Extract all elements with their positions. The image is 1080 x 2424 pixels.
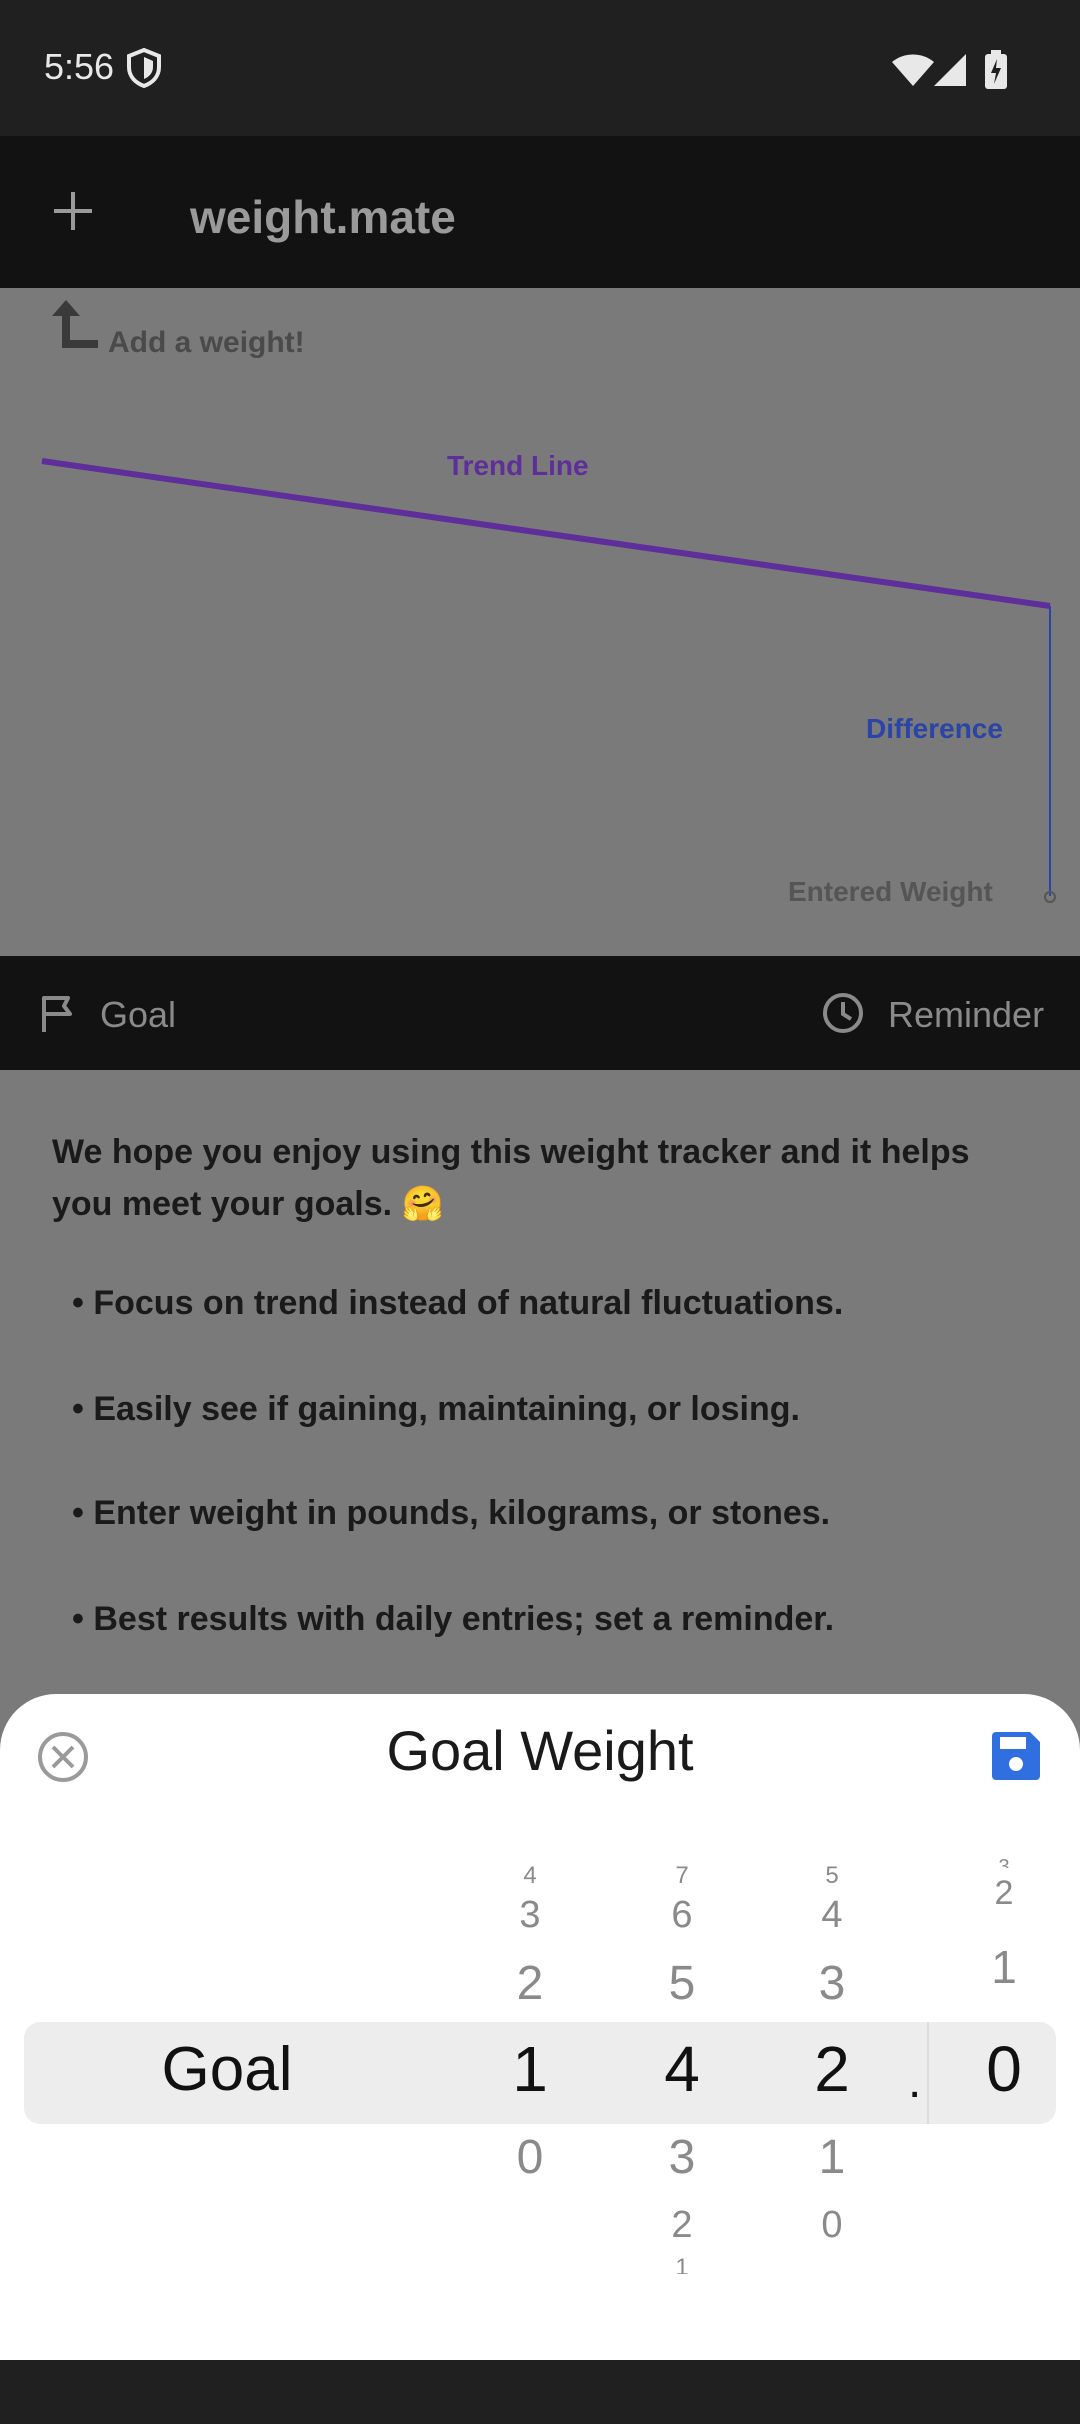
feature-bullet: • Focus on trend instead of natural fluc…	[72, 1284, 844, 1322]
feature-bullet: • Easily see if gaining, maintaining, or…	[72, 1390, 800, 1428]
explainer-diagram	[41, 458, 1056, 903]
wheel-digit: 7	[675, 1862, 689, 1889]
difference-label: Difference	[866, 713, 1003, 744]
save-icon[interactable]	[990, 1730, 1042, 1782]
wheel-digit: 3	[998, 1856, 1010, 1868]
wheel-digit: 2	[994, 1874, 1014, 1912]
trend-line	[41, 458, 1051, 609]
app-bar	[0, 136, 1080, 288]
wheel-digit: 0	[821, 2204, 843, 2246]
feature-bullet: • Enter weight in pounds, kilograms, or …	[72, 1494, 831, 1532]
wheel-digit: 3	[519, 1894, 541, 1936]
wheel-digit: 1	[675, 2254, 689, 2274]
wheel-digit: 6	[671, 1894, 693, 1936]
digit-wheel-hundreds[interactable]: 4 3 2 1 0	[480, 1852, 580, 2282]
wheel-digit-selected: 0	[986, 2033, 1022, 2105]
wifi-icon	[892, 54, 934, 86]
trend-line-label: Trend Line	[447, 450, 589, 481]
add-weight-hint: Add a weight!	[108, 326, 305, 359]
wheel-digit: 3	[668, 2131, 696, 2184]
tab-reminder[interactable]: Reminder	[888, 994, 1044, 1036]
shield-icon	[127, 48, 161, 88]
decimal-divider	[927, 2022, 929, 2124]
wheel-digit: 5	[825, 1862, 839, 1889]
wheel-digit: 2	[516, 1957, 544, 2010]
wheel-digit-selected: 2	[814, 2033, 850, 2105]
wheel-digit-selected: 1	[512, 2033, 548, 2105]
digit-wheel-ones[interactable]: 5 4 3 2 1 0	[782, 1852, 882, 2282]
goal-row-label: Goal	[161, 2035, 293, 2104]
wheel-digit: 0	[516, 2131, 544, 2184]
entered-weight-label: Entered Weight	[788, 876, 993, 907]
wheel-digit: 4	[821, 1894, 843, 1936]
battery-icon	[985, 50, 1007, 89]
wheel-digit: 3	[818, 1957, 846, 2010]
clock-icon[interactable]	[822, 992, 864, 1034]
arrow-up-icon	[52, 300, 98, 348]
status-time: 5:56	[44, 46, 115, 87]
digit-wheel-tens[interactable]: 7 6 5 4 3 2 1	[632, 1852, 732, 2282]
signal-icon	[934, 54, 966, 86]
wheel-digit-selected: 4	[664, 2033, 700, 2105]
wheel-digit: 1	[991, 1941, 1017, 1993]
app-title: weight.mate	[190, 191, 456, 243]
wheel-digit: 2	[671, 2204, 693, 2246]
tab-goal[interactable]: Goal	[100, 994, 176, 1036]
flag-icon[interactable]	[38, 994, 76, 1034]
decimal-point: .	[908, 2055, 922, 2108]
feature-bullet: • Best results with daily entries; set a…	[72, 1600, 835, 1638]
sheet-title: Goal Weight	[386, 1719, 694, 1782]
wheel-digit: 1	[818, 2131, 846, 2184]
add-icon[interactable]	[50, 188, 96, 234]
system-navigation-bar	[0, 2360, 1080, 2424]
intro-text: We hope you enjoy using this weight trac…	[52, 1133, 970, 1223]
wheel-digit: 4	[523, 1862, 537, 1889]
digit-wheel-tenths[interactable]: 3 2 1 0	[954, 1852, 1054, 2282]
wheel-digit: 5	[668, 1957, 696, 2010]
